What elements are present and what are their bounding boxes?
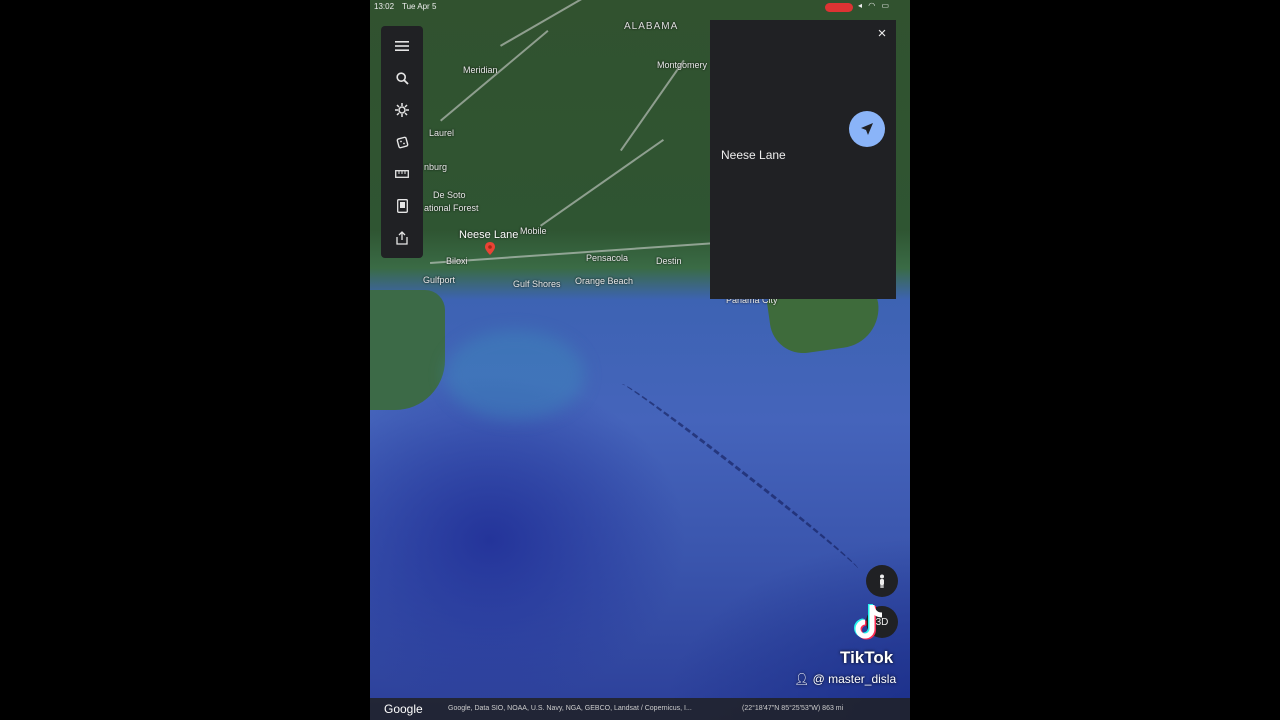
send-arrow-icon <box>861 123 873 135</box>
map-label: Laurel <box>429 128 455 138</box>
user-icon: 👤︎ <box>794 672 810 686</box>
land-mass-west <box>370 290 445 410</box>
map-attribution[interactable]: Google, Data SIO, NOAA, U.S. Navy, NGA, … <box>448 705 692 712</box>
map-label: ALABAMA <box>624 21 679 32</box>
ruler-icon[interactable] <box>390 162 414 186</box>
voyager-icon[interactable] <box>390 98 414 122</box>
search-icon[interactable] <box>390 66 414 90</box>
tiktok-brand: TikTok <box>840 648 894 667</box>
status-time: 13:02 <box>374 2 395 11</box>
dice-icon[interactable] <box>390 130 414 154</box>
tiktok-username: 👤︎ @ master_disla <box>794 672 896 686</box>
road <box>430 241 730 264</box>
map-label: Pensacola <box>586 253 629 263</box>
shelf-edge <box>617 379 863 574</box>
road <box>540 138 665 227</box>
status-date: Tue Apr 5 <box>402 2 437 11</box>
map-label: Mobile <box>520 226 547 236</box>
map-label-neese-lane[interactable]: Neese Lane <box>459 229 518 241</box>
map-label: nburg <box>424 162 448 172</box>
street-view-button[interactable] <box>866 565 898 597</box>
map-label: Montgomery <box>657 60 708 70</box>
status-icons: ◂ ◠ ▭ <box>858 1 891 10</box>
recording-indicator <box>825 3 853 12</box>
coordinates-readout: (22°18'47"N 85°25'53"W) 863 mi <box>742 705 844 712</box>
map-label: Gulfport <box>423 275 456 285</box>
place-info-panel: × Neese Lane <box>710 20 896 299</box>
earth-toolbar <box>381 26 423 258</box>
place-name: Neese Lane <box>721 148 786 162</box>
close-button[interactable]: × <box>874 26 890 42</box>
tiktok-logo-icon <box>854 604 883 640</box>
directions-button[interactable] <box>849 111 885 147</box>
google-earth-screen[interactable]: 13:02 Tue Apr 5 ◂ ◠ ▭ ALABAMA Montgomery… <box>370 0 910 720</box>
map-label: Destin <box>656 256 682 266</box>
road <box>500 0 605 47</box>
google-logo: Google <box>384 702 423 716</box>
menu-icon[interactable] <box>390 34 414 58</box>
road <box>440 30 549 122</box>
map-label: Biloxi <box>446 256 468 266</box>
map-label: De Soto <box>433 190 466 200</box>
projects-icon[interactable] <box>390 194 414 218</box>
map-footer: Google Google, Data SIO, NOAA, U.S. Navy… <box>370 698 910 720</box>
tiktok-user-handle: @ master_disla <box>812 672 897 686</box>
location-pin-icon[interactable] <box>485 242 495 255</box>
map-label: Orange Beach <box>575 276 634 286</box>
map-label: Gulf Shores <box>513 279 561 289</box>
road <box>620 59 685 152</box>
map-label: Meridian <box>463 65 498 75</box>
share-icon[interactable] <box>390 226 414 250</box>
shallow-shelf <box>445 330 585 420</box>
pegman-icon <box>880 574 884 588</box>
map-label: ational Forest <box>424 203 479 213</box>
